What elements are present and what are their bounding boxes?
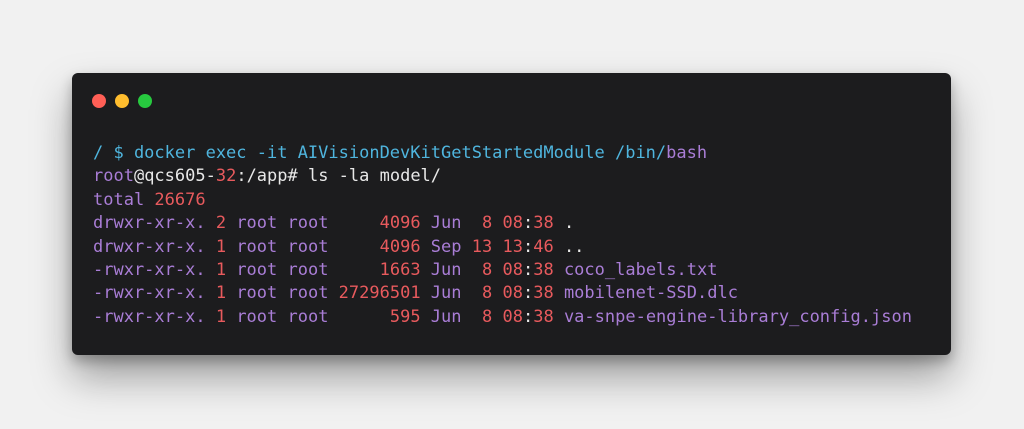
terminal-text-segment: 8 bbox=[481, 283, 493, 304]
minimize-button[interactable] bbox=[115, 94, 129, 108]
terminal-text-segment: Jun bbox=[420, 259, 482, 280]
terminal-text-segment: 38 bbox=[533, 283, 554, 304]
terminal-text-segment: :/app# ls -la model/ bbox=[236, 166, 442, 187]
terminal-text-segment: -rwxr-xr-x. bbox=[93, 259, 216, 280]
window-controls bbox=[92, 94, 152, 108]
terminal-text-segment: bash bbox=[666, 143, 708, 163]
maximize-button[interactable] bbox=[138, 94, 152, 108]
terminal-output[interactable]: / $ docker exec -it AIVisionDevKitGetSta… bbox=[93, 142, 941, 329]
terminal-line: -rwxr-xr-x. 1 root root 27296501 Jun 8 0… bbox=[93, 282, 941, 305]
terminal-line: root@qcs605-32:/app# ls -la model/ bbox=[93, 165, 941, 188]
terminal-text-segment: 13 bbox=[502, 236, 523, 257]
terminal-text-segment: -rwxr-xr-x. bbox=[93, 306, 216, 327]
terminal-text-segment: 1 bbox=[215, 259, 227, 280]
terminal-text-segment: . bbox=[553, 213, 575, 234]
terminal-window: / $ docker exec -it AIVisionDevKitGetSta… bbox=[72, 73, 951, 355]
terminal-text-segment: 08 bbox=[502, 283, 523, 304]
terminal-text-segment: : bbox=[522, 283, 534, 304]
terminal-text-segment: / $ docker exec -it AIVisionDevKitGetSta… bbox=[93, 143, 667, 163]
terminal-text-segment: 38 bbox=[533, 306, 554, 327]
terminal-text-segment: 1663 bbox=[379, 259, 421, 280]
terminal-text-segment: coco_labels.txt bbox=[553, 259, 718, 280]
terminal-text-segment: 08 bbox=[502, 259, 523, 280]
terminal-text-segment: 1 bbox=[215, 283, 227, 304]
terminal-text-segment: 595 bbox=[389, 306, 421, 327]
terminal-text-segment: root root bbox=[226, 213, 380, 234]
terminal-text-segment: 38 bbox=[533, 213, 554, 234]
terminal-text-segment: : bbox=[522, 259, 534, 280]
terminal-text-segment: Jun bbox=[420, 213, 482, 234]
terminal-text-segment: @qcs605- bbox=[133, 166, 216, 187]
terminal-text-segment: Sep bbox=[420, 236, 472, 257]
terminal-text-segment: root bbox=[93, 166, 134, 187]
terminal-text-segment: .. bbox=[553, 236, 585, 257]
terminal-text-segment: 1 bbox=[215, 306, 227, 327]
terminal-text-segment: : bbox=[522, 306, 534, 327]
terminal-text-segment: 26676 bbox=[154, 189, 206, 210]
terminal-line: / $ docker exec -it AIVisionDevKitGetSta… bbox=[93, 142, 941, 165]
terminal-text-segment: 46 bbox=[533, 236, 554, 257]
terminal-text-segment: : bbox=[522, 236, 534, 257]
terminal-line: -rwxr-xr-x. 1 root root 595 Jun 8 08:38 … bbox=[93, 306, 941, 329]
terminal-text-segment: Jun bbox=[420, 306, 482, 327]
terminal-text-segment: root root bbox=[226, 283, 339, 304]
terminal-line: drwxr-xr-x. 1 root root 4096 Sep 13 13:4… bbox=[93, 236, 941, 259]
terminal-text-segment: 13 bbox=[471, 236, 493, 257]
terminal-text-segment: 8 bbox=[481, 213, 493, 234]
terminal-text-segment: root root bbox=[226, 236, 380, 257]
terminal-text-segment: total bbox=[93, 189, 155, 210]
terminal-line: -rwxr-xr-x. 1 root root 1663 Jun 8 08:38… bbox=[93, 259, 941, 282]
terminal-text-segment: 4096 bbox=[379, 236, 421, 257]
terminal-text-segment: Jun bbox=[420, 283, 482, 304]
terminal-line: drwxr-xr-x. 2 root root 4096 Jun 8 08:38… bbox=[93, 212, 941, 235]
terminal-text-segment: 1 bbox=[215, 236, 227, 257]
terminal-text-segment: 38 bbox=[533, 259, 554, 280]
terminal-text-segment: 4096 bbox=[379, 213, 421, 234]
terminal-text-segment: drwxr-xr-x. bbox=[93, 236, 216, 257]
terminal-text-segment: 08 bbox=[502, 306, 523, 327]
terminal-text-segment: root root bbox=[226, 259, 380, 280]
terminal-text-segment: root root bbox=[226, 306, 390, 327]
terminal-text-segment: -rwxr-xr-x. bbox=[93, 283, 216, 304]
terminal-text-segment: drwxr-xr-x. bbox=[93, 213, 216, 234]
terminal-text-segment: va-snpe-engine-library_config.json bbox=[553, 306, 912, 327]
terminal-line: total 26676 bbox=[93, 189, 941, 212]
terminal-text-segment: 08 bbox=[502, 213, 523, 234]
terminal-text-segment: 27296501 bbox=[338, 283, 421, 304]
terminal-text-segment: 8 bbox=[481, 259, 493, 280]
terminal-text-segment: 32 bbox=[215, 166, 237, 187]
close-button[interactable] bbox=[92, 94, 106, 108]
terminal-text-segment: : bbox=[522, 213, 534, 234]
terminal-text-segment: 8 bbox=[481, 306, 493, 327]
terminal-text-segment: mobilenet-SSD.dlc bbox=[553, 283, 738, 304]
terminal-text-segment: 2 bbox=[215, 213, 227, 234]
